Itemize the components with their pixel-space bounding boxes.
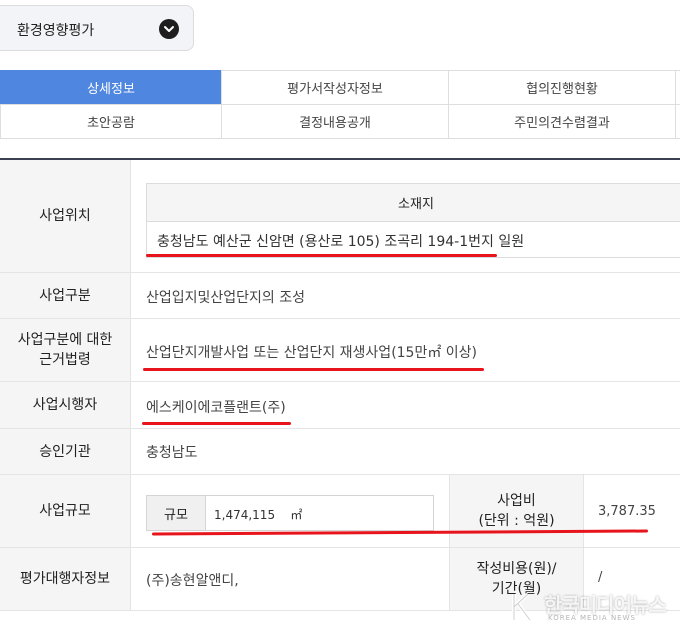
label-operator: 사업시행자 (0, 382, 131, 428)
location-subtable: 소재지 충청남도 예산군 신암면 (용산로 105) 조곡리 194-1번지 일… (146, 183, 680, 258)
tab-overflow-2[interactable] (675, 104, 680, 139)
highlight-underline (142, 422, 291, 425)
category-dropdown[interactable]: 환경영향평가 (0, 5, 194, 51)
scale-key: 규모 (147, 496, 206, 530)
label-approval: 승인기관 (0, 429, 131, 474)
chevron-down-icon[interactable] (159, 19, 179, 39)
value-project-cost: 3,787.35 (598, 504, 656, 519)
label-location: 사업위치 (0, 160, 131, 272)
label-agency: 평가대행자정보 (0, 548, 131, 610)
value-writing-cost: / (598, 570, 603, 585)
tab-draft-review[interactable]: 초안공람 (0, 104, 222, 139)
value-approval: 충청남도 (146, 445, 198, 461)
watermark: 한국미디어뉴스 KOREA MEDIA NEWS (508, 588, 678, 628)
highlight-underline (146, 254, 497, 257)
scale-value: 1,474,115 ㎡ (214, 508, 303, 522)
label-project-cost: 사업비 (단위 : 억원) (449, 475, 584, 547)
location-address: 충청남도 예산군 신암면 (용산로 105) 조곡리 194-1번지 일원 (157, 234, 525, 250)
tab-overflow[interactable] (675, 70, 680, 105)
value-type: 산업입지및산업단지의 조성 (146, 290, 306, 306)
scale-subtable: 규모 1,474,115 ㎡ (146, 495, 434, 531)
tab-detail-info[interactable]: 상세정보 (0, 70, 222, 105)
tab-decision-disclosure[interactable]: 결정내용공개 (221, 104, 449, 139)
location-column-header: 소재지 (147, 184, 680, 222)
scale-unit: ㎡ (290, 508, 303, 522)
value-legal-basis: 산업단지개발사업 또는 산업단지 재생사업(15만㎡ 이상) (146, 345, 478, 361)
value-operator: 에스케이에코플랜트(주) (146, 400, 286, 416)
value-agency: (주)송현알앤디, (146, 573, 239, 589)
tab-consultation-status[interactable]: 협의진행현황 (448, 70, 676, 105)
tab-resident-opinion[interactable]: 주민의견수렴결과 (448, 104, 676, 139)
watermark-logo-icon (508, 590, 542, 624)
highlight-underline (143, 368, 484, 371)
label-legal-basis: 사업구분에 대한 근거법령 (0, 319, 131, 381)
label-scale: 사업규모 (0, 475, 131, 547)
label-type: 사업구분 (0, 273, 131, 318)
category-label: 환경영향평가 (17, 23, 95, 39)
tab-author-info[interactable]: 평가서작성자정보 (221, 70, 449, 105)
watermark-subtext: KOREA MEDIA NEWS (548, 614, 636, 622)
